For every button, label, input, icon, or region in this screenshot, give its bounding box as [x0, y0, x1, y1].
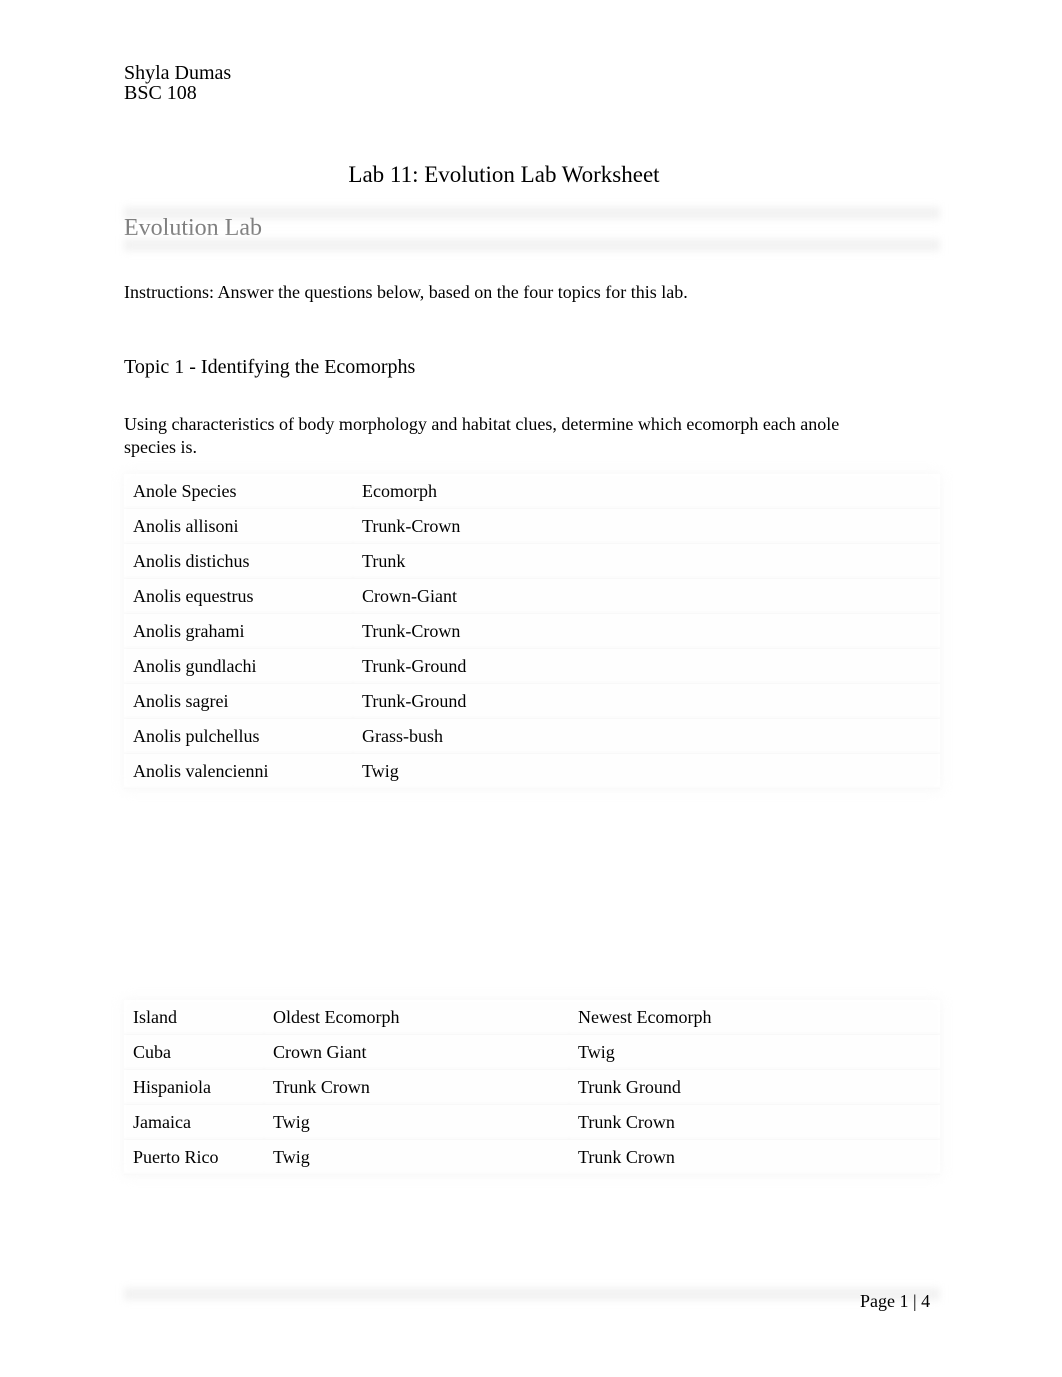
ecomorph-cell: Crown-Giant — [353, 579, 940, 614]
ecomorph-cell: Trunk-Crown — [353, 509, 940, 544]
footer-band — [124, 1288, 940, 1300]
ecomorph-table: Anole Species Ecomorph Anolis allisoni Tr… — [124, 474, 940, 789]
newest-ecomorph-cell: Twig — [569, 1035, 940, 1070]
newest-ecomorph-cell: Trunk Ground — [569, 1070, 940, 1105]
page-number: Page 1 | 4 — [860, 1291, 931, 1311]
table-row: Hispaniola Trunk Crown Trunk Ground — [124, 1070, 940, 1105]
ecomorph-cell: Grass-bush — [353, 719, 940, 754]
species-cell: Anolis allisoni — [124, 509, 353, 544]
species-cell: Anolis distichus — [124, 544, 353, 579]
island-cell: Jamaica — [124, 1105, 264, 1140]
newest-ecomorph-cell: Trunk Crown — [569, 1140, 940, 1175]
table-header-row: Island Oldest Ecomorph Newest Ecomorph — [124, 1000, 940, 1035]
newest-ecomorph-cell: Trunk Crown — [569, 1105, 940, 1140]
header-newest-ecomorph: Newest Ecomorph — [569, 1000, 940, 1035]
table-row: Anolis valencienni Twig — [124, 754, 940, 789]
topic-heading: Topic 1 - Identifying the Ecomorphs — [124, 356, 416, 378]
table-row: Anolis pulchellus Grass-bush — [124, 719, 940, 754]
course-code: BSC 108 — [124, 82, 197, 104]
ecomorph-cell: Trunk-Ground — [353, 684, 940, 719]
topic-prompt: Using characteristics of body morphology… — [124, 414, 840, 457]
section-band-bottom — [124, 239, 940, 251]
ecomorph-cell: Trunk-Crown — [353, 614, 940, 649]
table-row: Jamaica Twig Trunk Crown — [124, 1105, 940, 1140]
table-row: Puerto Rico Twig Trunk Crown — [124, 1140, 940, 1175]
table-row: Anolis grahami Trunk-Crown — [124, 614, 940, 649]
oldest-ecomorph-cell: Twig — [264, 1105, 569, 1140]
oldest-ecomorph-cell: Twig — [264, 1140, 569, 1175]
author-name: Shyla Dumas — [124, 62, 232, 84]
table-row: Anolis equestrus Crown-Giant — [124, 579, 940, 614]
island-cell: Puerto Rico — [124, 1140, 264, 1175]
island-cell: Hispaniola — [124, 1070, 264, 1105]
header-oldest-ecomorph: Oldest Ecomorph — [264, 1000, 569, 1035]
species-cell: Anolis sagrei — [124, 684, 353, 719]
ecomorph-cell: Twig — [353, 754, 940, 789]
document-title: Lab 11: Evolution Lab Worksheet — [348, 162, 660, 187]
species-cell: Anolis gundlachi — [124, 649, 353, 684]
island-cell: Cuba — [124, 1035, 264, 1070]
oldest-ecomorph-cell: Crown Giant — [264, 1035, 569, 1070]
species-cell: Anolis equestrus — [124, 579, 353, 614]
header-island: Island — [124, 1000, 264, 1035]
table-row: Anolis allisoni Trunk-Crown — [124, 509, 940, 544]
oldest-ecomorph-cell: Trunk Crown — [264, 1070, 569, 1105]
table-row: Anolis sagrei Trunk-Ground — [124, 684, 940, 719]
table-row: Cuba Crown Giant Twig — [124, 1035, 940, 1070]
ecomorph-cell: Trunk — [353, 544, 940, 579]
island-table: Island Oldest Ecomorph Newest Ecomorph C… — [124, 1000, 940, 1175]
table-header-row: Anole Species Ecomorph — [124, 474, 940, 509]
header-anole-species: Anole Species — [124, 474, 353, 509]
species-cell: Anolis valencienni — [124, 754, 353, 789]
header-ecomorph: Ecomorph — [353, 474, 940, 509]
species-cell: Anolis grahami — [124, 614, 353, 649]
ecomorph-cell: Trunk-Ground — [353, 649, 940, 684]
species-cell: Anolis pulchellus — [124, 719, 353, 754]
table-row: Anolis gundlachi Trunk-Ground — [124, 649, 940, 684]
instructions-text: Instructions: Answer the questions below… — [124, 282, 688, 302]
table-row: Anolis distichus Trunk — [124, 544, 940, 579]
